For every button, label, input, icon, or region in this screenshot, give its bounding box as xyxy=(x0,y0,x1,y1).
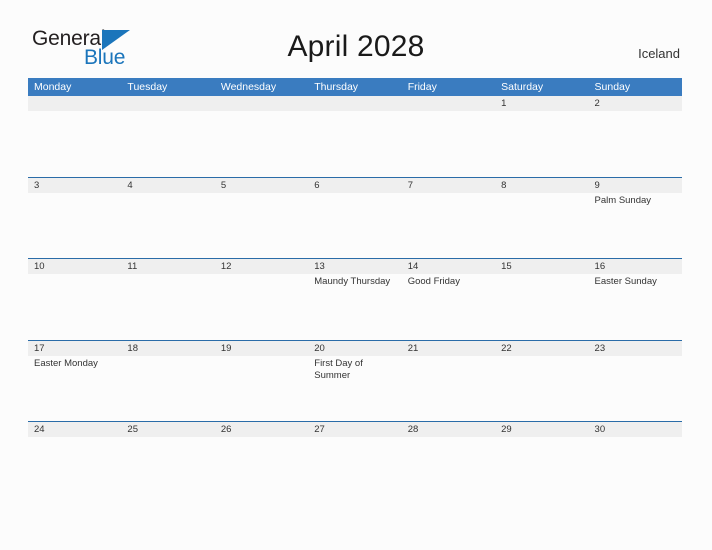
day-event: Palm Sunday xyxy=(594,194,652,206)
week-event-band xyxy=(28,437,682,502)
day-number[interactable]: 1 xyxy=(495,96,588,111)
day-number[interactable] xyxy=(121,96,214,111)
day-event xyxy=(28,111,121,176)
day-number[interactable]: 30 xyxy=(589,422,682,437)
calendar-week-row: 1 2 xyxy=(28,96,682,177)
day-event xyxy=(589,111,682,176)
day-number[interactable]: 13 xyxy=(308,259,401,274)
day-event xyxy=(215,111,308,176)
day-number[interactable]: 12 xyxy=(215,259,308,274)
day-number[interactable]: 19 xyxy=(215,341,308,356)
day-event xyxy=(495,437,588,502)
day-event: Easter Sunday xyxy=(594,276,657,287)
day-event xyxy=(495,356,588,421)
day-event xyxy=(402,111,495,176)
day-number[interactable]: 14 xyxy=(402,259,495,274)
day-event xyxy=(495,274,588,339)
day-event: Easter Monday xyxy=(34,357,98,369)
day-number[interactable] xyxy=(215,96,308,111)
day-number[interactable]: 29 xyxy=(495,422,588,437)
day-event xyxy=(495,193,588,258)
day-event xyxy=(308,193,401,258)
day-event xyxy=(215,437,308,502)
day-event xyxy=(308,437,401,502)
day-number[interactable]: 23 xyxy=(589,341,682,356)
day-number[interactable]: 2 xyxy=(589,96,682,111)
day-number[interactable]: 11 xyxy=(121,259,214,274)
day-event xyxy=(28,193,121,258)
day-number[interactable]: 8 xyxy=(495,178,588,193)
country-label: Iceland xyxy=(638,46,680,61)
day-number[interactable]: 28 xyxy=(402,422,495,437)
day-event xyxy=(28,274,121,339)
day-event xyxy=(215,274,308,339)
day-event xyxy=(121,356,214,421)
day-number[interactable] xyxy=(308,96,401,111)
day-number[interactable] xyxy=(402,96,495,111)
day-number[interactable]: 9 xyxy=(589,178,682,193)
day-number[interactable]: 21 xyxy=(402,341,495,356)
day-number[interactable]: 18 xyxy=(121,341,214,356)
day-event xyxy=(121,193,214,258)
day-number[interactable]: 15 xyxy=(495,259,588,274)
day-number[interactable]: 6 xyxy=(308,178,401,193)
day-number[interactable]: 7 xyxy=(402,178,495,193)
weekday-header-sunday: Sunday xyxy=(594,81,631,93)
week-event-band xyxy=(28,111,682,176)
page-title: April 2028 xyxy=(287,30,425,63)
calendar-week-row: 24 25 26 27 28 29 30 xyxy=(28,421,682,503)
weekday-header-monday: Monday xyxy=(34,81,72,93)
weekday-header-friday: Friday xyxy=(407,81,437,93)
week-day-number-band: 17 18 19 20 21 22 23 xyxy=(28,340,682,356)
day-event xyxy=(28,437,121,502)
calendar-week-row: 3 4 5 6 7 8 9 Palm Sunday xyxy=(28,176,682,259)
week-day-number-band: 24 25 26 27 28 29 30 xyxy=(28,422,682,437)
week-event-band: Maundy Thursday Good Friday Easter Sunda… xyxy=(28,274,682,339)
day-event xyxy=(215,356,308,421)
day-event xyxy=(121,274,214,339)
weekday-header-wednesday: Wednesday xyxy=(220,81,277,93)
day-event xyxy=(589,437,682,502)
week-day-number-band: 10 11 12 13 14 15 16 xyxy=(28,259,682,274)
calendar-grid: Monday Tuesday Wednesday Thursday Friday… xyxy=(28,78,682,503)
day-event: Good Friday xyxy=(407,276,460,287)
day-event: First Day of Summer xyxy=(314,357,363,382)
day-number[interactable]: 3 xyxy=(28,178,121,193)
weekday-header-saturday: Saturday xyxy=(501,81,544,93)
week-event-band: Easter Monday First Day of Summer xyxy=(28,356,682,421)
weekday-header-thursday: Thursday xyxy=(314,81,359,93)
day-number[interactable]: 10 xyxy=(28,259,121,274)
day-event xyxy=(589,356,682,421)
day-event xyxy=(402,356,495,421)
day-event xyxy=(402,193,495,258)
day-number[interactable]: 16 xyxy=(589,259,682,274)
day-number[interactable]: 25 xyxy=(121,422,214,437)
week-event-band: Palm Sunday xyxy=(28,193,682,258)
day-event xyxy=(121,111,214,176)
weekday-header-row: Monday Tuesday Wednesday Thursday Friday… xyxy=(28,78,682,96)
week-day-number-band: 3 4 5 6 7 8 9 xyxy=(28,177,682,193)
page-header: General Blue April 2028 Iceland xyxy=(0,0,712,78)
day-number[interactable]: 20 xyxy=(308,341,401,356)
day-event xyxy=(495,111,588,176)
day-number[interactable]: 4 xyxy=(121,178,214,193)
day-event xyxy=(215,193,308,258)
calendar-week-row: 17 18 19 20 21 22 23 Easter Monday First… xyxy=(28,339,682,422)
day-event xyxy=(402,437,495,502)
day-number[interactable]: 27 xyxy=(308,422,401,437)
weekday-header-tuesday: Tuesday xyxy=(127,81,168,93)
day-number[interactable]: 5 xyxy=(215,178,308,193)
calendar-week-row: 10 11 12 13 14 15 16 Maundy Thursday Goo… xyxy=(28,258,682,340)
day-number[interactable]: 17 xyxy=(28,341,121,356)
day-event xyxy=(121,437,214,502)
day-event xyxy=(308,111,401,176)
day-number[interactable]: 24 xyxy=(28,422,121,437)
day-number[interactable]: 26 xyxy=(215,422,308,437)
day-event: Maundy Thursday xyxy=(314,276,391,287)
day-number[interactable] xyxy=(28,96,121,111)
day-number[interactable]: 22 xyxy=(495,341,588,356)
week-day-number-band: 1 2 xyxy=(28,96,682,111)
